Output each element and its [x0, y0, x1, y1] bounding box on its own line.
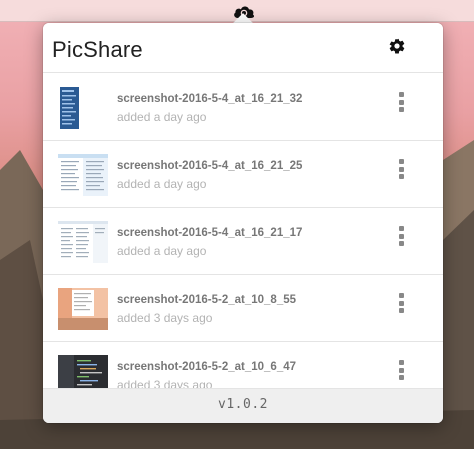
gear-icon[interactable]: [388, 37, 406, 55]
screenshot-filename: screenshot-2016-5-2_at_10_8_55: [117, 294, 297, 306]
list-item[interactable]: screenshot-2016-5-4_at_16_21_32 added a …: [43, 74, 443, 141]
picshare-popover: PicShare screenshot-2016-5-4_at_16_21_32: [43, 23, 443, 423]
more-vertical-icon[interactable]: [396, 293, 406, 317]
screenshot-timestamp: added a day ago: [117, 177, 207, 191]
screenshot-filename: screenshot-2016-5-4_at_16_21_25: [117, 160, 303, 172]
header: PicShare: [43, 23, 443, 73]
screenshot-timestamp: added a day ago: [117, 110, 207, 124]
screenshot-filename: screenshot-2016-5-2_at_10_6_47: [117, 361, 297, 373]
screenshot-list: screenshot-2016-5-4_at_16_21_32 added a …: [43, 74, 443, 388]
more-vertical-icon[interactable]: [396, 360, 406, 384]
screenshot-thumbnail: [58, 355, 108, 388]
screenshot-filename: screenshot-2016-5-4_at_16_21_32: [117, 93, 303, 105]
screenshot-thumbnail: [58, 221, 108, 263]
screenshot-timestamp: added a day ago: [117, 244, 207, 258]
list-item[interactable]: screenshot-2016-5-2_at_10_8_55 added 3 d…: [43, 275, 443, 342]
more-vertical-icon[interactable]: [396, 159, 406, 183]
more-vertical-icon[interactable]: [396, 92, 406, 116]
screenshot-timestamp: added 3 days ago: [117, 311, 213, 325]
screenshot-filename: screenshot-2016-5-4_at_16_21_17: [117, 227, 303, 239]
list-item[interactable]: screenshot-2016-5-4_at_16_21_17 added a …: [43, 208, 443, 275]
app-title: PicShare: [52, 37, 143, 62]
screenshot-timestamp: added 3 days ago: [117, 378, 213, 388]
screenshot-thumbnail: [58, 87, 108, 129]
list-item[interactable]: screenshot-2016-5-2_at_10_6_47 added 3 d…: [43, 342, 443, 388]
screenshot-thumbnail: [58, 288, 108, 330]
list-item[interactable]: screenshot-2016-5-4_at_16_21_25 added a …: [43, 141, 443, 208]
version-label: v1.0.2: [218, 397, 268, 412]
screenshot-thumbnail: [58, 154, 108, 196]
more-vertical-icon[interactable]: [396, 226, 406, 250]
footer: v1.0.2: [43, 388, 443, 423]
